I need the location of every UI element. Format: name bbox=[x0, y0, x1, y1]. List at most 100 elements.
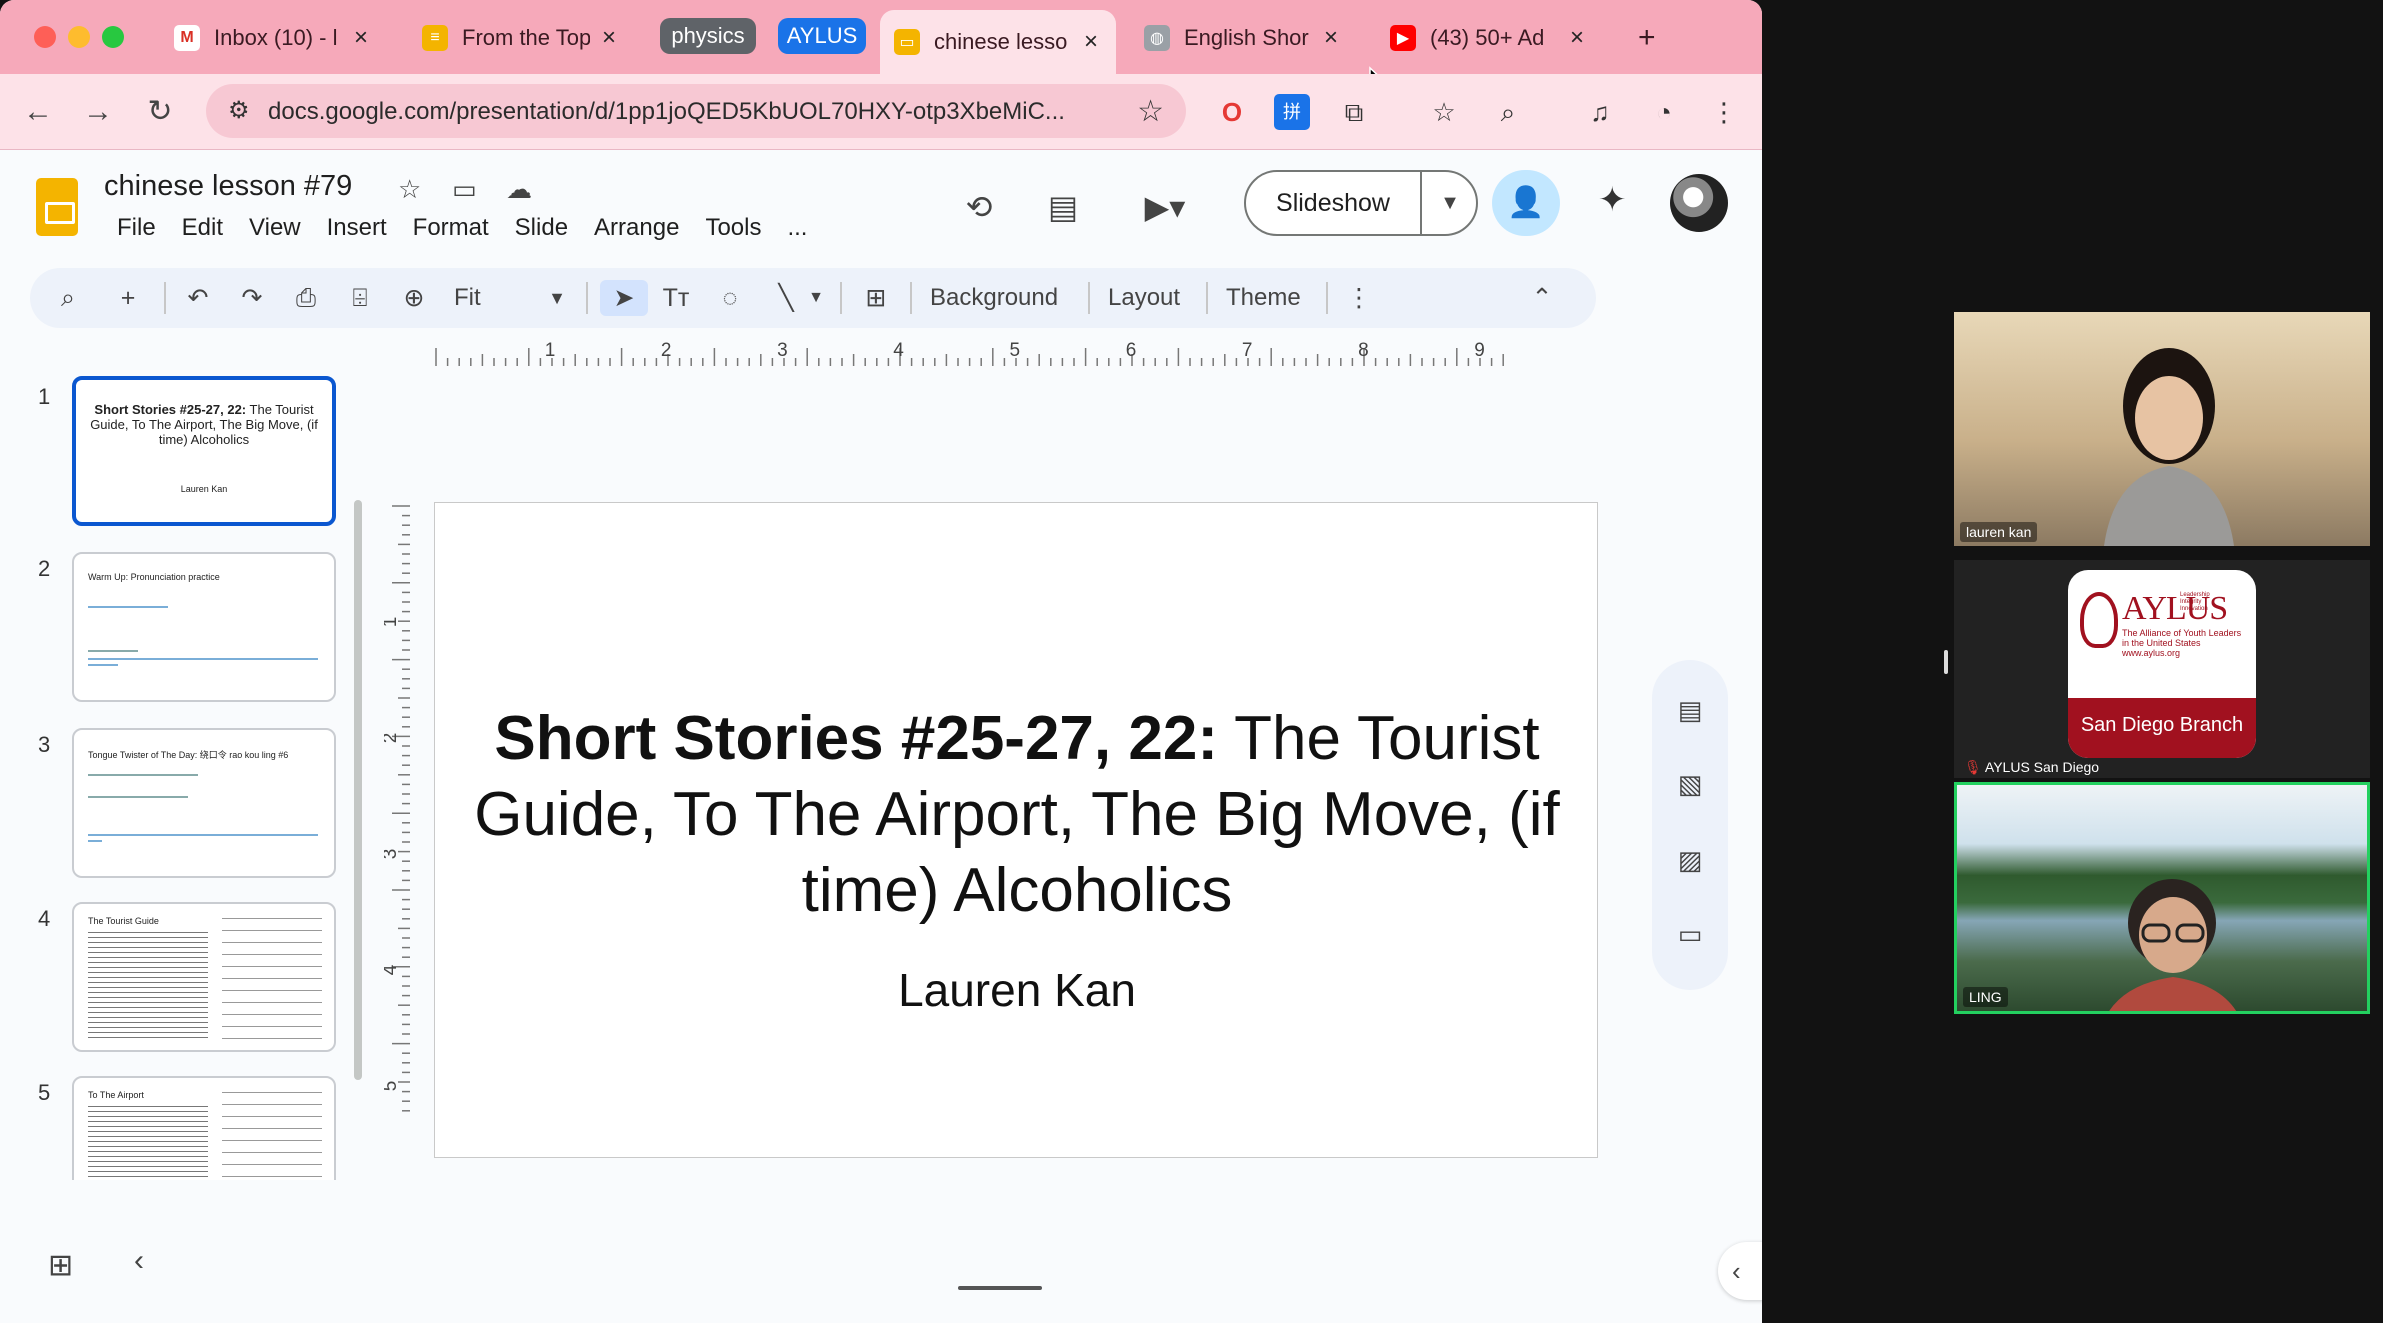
new-slide-icon[interactable]: + bbox=[110, 280, 146, 316]
slideshow-button[interactable]: Slideshow ▼ bbox=[1244, 170, 1478, 236]
theme-button[interactable]: Theme bbox=[1226, 280, 1301, 316]
participant-video-lauren[interactable]: lauren kan bbox=[1954, 312, 2370, 546]
speaker-notes-handle[interactable] bbox=[958, 1286, 1042, 1290]
layout-button[interactable]: Layout bbox=[1108, 280, 1180, 316]
menu-format[interactable]: Format bbox=[400, 214, 502, 242]
line-icon[interactable]: ╲ bbox=[766, 280, 806, 316]
zoom-icon[interactable]: ⊕ bbox=[396, 280, 432, 316]
tab-from-the-top[interactable]: ≡ From the Top × bbox=[408, 14, 634, 62]
close-tab-icon[interactable]: × bbox=[350, 24, 372, 52]
text-box-icon[interactable]: Tт bbox=[656, 280, 696, 316]
profile-icon[interactable]: ◔ bbox=[1646, 94, 1682, 130]
version-history-icon[interactable]: ⟲ bbox=[954, 182, 1004, 232]
filmstrip-scrollbar[interactable] bbox=[354, 500, 362, 1080]
menu-tools[interactable]: Tools bbox=[692, 214, 774, 242]
move-folder-icon[interactable]: ▭ bbox=[452, 174, 477, 205]
slide-title-bold[interactable]: Short Stories #25-27, 22: bbox=[494, 704, 1218, 773]
keep-addon-icon[interactable]: ▧ bbox=[1672, 766, 1708, 802]
avatar[interactable] bbox=[1670, 174, 1728, 232]
add-comment-icon[interactable]: ⊞ bbox=[856, 280, 896, 316]
share-button[interactable]: 👤 bbox=[1492, 170, 1560, 236]
back-icon[interactable]: ← bbox=[18, 92, 58, 132]
close-tab-icon[interactable]: × bbox=[598, 24, 620, 52]
gemini-sparkle-icon[interactable]: ✦ bbox=[1598, 180, 1627, 220]
chevron-down-icon[interactable]: ▼ bbox=[1422, 172, 1478, 234]
new-tab-button[interactable]: + bbox=[1624, 14, 1668, 62]
shape-icon[interactable]: ◌ bbox=[710, 280, 750, 316]
participant-tile-aylus[interactable]: AYLUS Leadership Integrity Innovation The … bbox=[1954, 560, 2370, 778]
slide-thumbnail-2[interactable]: Warm Up: Pronunciation practice bbox=[72, 552, 336, 702]
tab-english-short[interactable]: ◍ English Shor × bbox=[1130, 14, 1356, 62]
address-bar[interactable]: ⚙ docs.google.com/presentation/d/1pp1joQ… bbox=[206, 84, 1186, 138]
redo-icon[interactable]: ↷ bbox=[234, 280, 270, 316]
zoom-select[interactable]: Fit bbox=[454, 280, 554, 316]
lens-icon[interactable]: ⌕ bbox=[1490, 94, 1526, 130]
slide-canvas[interactable]: Short Stories #25-27, 22: The Tourist Gu… bbox=[434, 502, 1598, 1158]
expand-side-panel-chevron-left-icon[interactable]: ‹ bbox=[1718, 1242, 1762, 1300]
translate-extension-icon[interactable]: 拼 bbox=[1274, 94, 1310, 130]
tab-youtube[interactable]: ▶ (43) 50+ Ad × bbox=[1376, 14, 1602, 62]
url-text[interactable]: docs.google.com/presentation/d/1pp1joQED… bbox=[268, 98, 1128, 126]
slide-thumbnail-5[interactable]: To The Airport bbox=[72, 1076, 336, 1180]
menu-slide[interactable]: Slide bbox=[502, 214, 581, 242]
participant-video-ling[interactable]: LING bbox=[1954, 782, 2370, 1014]
menu-edit[interactable]: Edit bbox=[169, 214, 236, 242]
thumbnail-text-line bbox=[88, 650, 138, 652]
paint-format-icon[interactable]: ⌹ bbox=[342, 280, 378, 316]
media-control-icon[interactable]: ♫ bbox=[1582, 94, 1618, 130]
collapse-filmstrip-chevron-left-icon[interactable]: ‹ bbox=[134, 1244, 144, 1278]
print-icon[interactable]: ⎙ bbox=[288, 280, 324, 316]
bookmark-star-icon[interactable]: ☆ bbox=[1137, 94, 1164, 129]
close-tab-icon[interactable]: × bbox=[1320, 24, 1342, 52]
ruler-label: 3 bbox=[777, 340, 788, 361]
opera-extension-icon[interactable]: O bbox=[1214, 94, 1250, 130]
contacts-addon-icon[interactable]: ▨ bbox=[1672, 842, 1708, 878]
slideshow-label[interactable]: Slideshow bbox=[1246, 172, 1420, 234]
background-button[interactable]: Background bbox=[930, 280, 1058, 316]
slide-title[interactable]: Short Stories #25-27, 22: The Tourist Gu… bbox=[465, 701, 1569, 929]
slide-thumbnail-1[interactable]: Short Stories #25-27, 22: The Tourist Gu… bbox=[72, 376, 336, 526]
extensions-puzzle-icon[interactable]: ⧉ bbox=[1336, 94, 1372, 130]
search-menus-icon[interactable]: ⌕ bbox=[50, 280, 86, 316]
close-tab-icon[interactable]: × bbox=[1080, 28, 1102, 56]
site-settings-icon[interactable]: ⚙ bbox=[228, 96, 250, 125]
more-options-icon[interactable]: ⋮ bbox=[1344, 280, 1374, 316]
gallery-resize-handle[interactable] bbox=[1944, 650, 1948, 674]
select-cursor-icon[interactable]: ➤ bbox=[600, 280, 648, 316]
undo-icon[interactable]: ↶ bbox=[180, 280, 216, 316]
vertical-ruler[interactable]: 1 2 3 4 5 bbox=[384, 502, 410, 1122]
grid-view-icon[interactable]: ⊞ bbox=[48, 1248, 73, 1283]
zoom-chevron-down-icon[interactable]: ▼ bbox=[542, 280, 572, 316]
browser-menu-icon[interactable]: ⋮ bbox=[1706, 94, 1742, 130]
slide-thumbnail-3[interactable]: Tongue Twister of The Day: 绕口令 rao kou l… bbox=[72, 728, 336, 878]
tab-chinese-lesson[interactable]: ▭ chinese lesso × bbox=[880, 10, 1116, 74]
tab-inbox[interactable]: M Inbox (10) - l × bbox=[160, 14, 386, 62]
tab-group-physics[interactable]: physics bbox=[660, 18, 756, 54]
line-chevron-down-icon[interactable]: ▼ bbox=[804, 280, 828, 316]
maximize-window-button[interactable] bbox=[102, 26, 124, 48]
menu-arrange[interactable]: Arrange bbox=[581, 214, 692, 242]
minimize-window-button[interactable] bbox=[68, 26, 90, 48]
menu-insert[interactable]: Insert bbox=[314, 214, 400, 242]
folder-addon-icon[interactable]: ▭ bbox=[1672, 916, 1708, 952]
forward-icon[interactable]: → bbox=[78, 92, 118, 132]
menu-view[interactable]: View bbox=[236, 214, 314, 242]
meet-camera-icon[interactable]: ▶▾ bbox=[1130, 182, 1200, 232]
collapse-toolbar-chevron-up-icon[interactable]: ⌃ bbox=[1524, 280, 1560, 316]
tab-group-aylus[interactable]: AYLUS bbox=[778, 18, 866, 54]
slides-logo-icon[interactable] bbox=[36, 178, 78, 236]
document-title[interactable]: chinese lesson #79 bbox=[104, 170, 352, 203]
reload-icon[interactable]: ↻ bbox=[140, 92, 180, 132]
menu-file[interactable]: File bbox=[104, 214, 169, 242]
cloud-status-icon[interactable]: ☁ bbox=[506, 174, 532, 205]
slide-thumbnail-4[interactable]: The Tourist Guide bbox=[72, 902, 336, 1052]
horizontal-ruler[interactable]: 1 2 3 4 5 6 7 8 9 bbox=[432, 340, 1598, 366]
calendar-addon-icon[interactable]: ▤ bbox=[1672, 692, 1708, 728]
close-window-button[interactable] bbox=[34, 26, 56, 48]
menu-more[interactable]: ... bbox=[774, 214, 820, 242]
slide-subtitle[interactable]: Lauren Kan bbox=[435, 963, 1599, 1017]
reading-list-icon[interactable]: ☆ bbox=[1426, 94, 1462, 130]
star-icon[interactable]: ☆ bbox=[398, 174, 421, 205]
close-tab-icon[interactable]: × bbox=[1566, 24, 1588, 52]
comments-icon[interactable]: ▤ bbox=[1038, 182, 1088, 232]
